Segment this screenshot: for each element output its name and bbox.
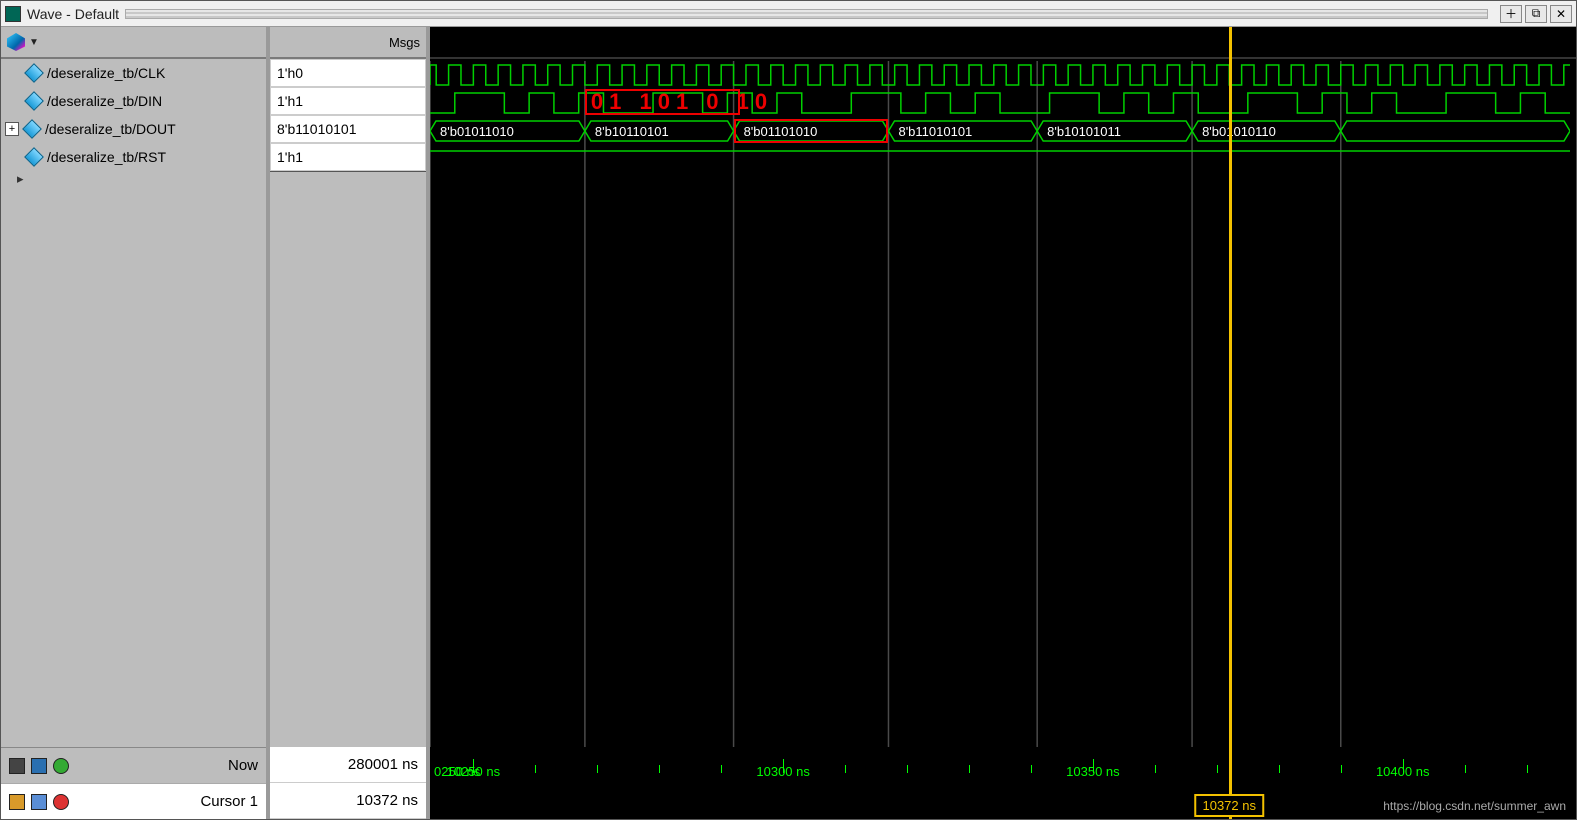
signal-row[interactable]: /deseralize_tb/DIN [1,87,266,115]
time-ruler[interactable]: 10250 ns10300 ns10350 ns10400 ns0250 ns [430,747,1576,779]
svg-text:8'b01010110: 8'b01010110 [1202,124,1276,139]
content: ▼ /deseralize_tb/CLK/deseralize_tb/DIN+/… [1,27,1576,819]
cursor-value: 10372 ns [270,783,426,819]
now-value: 280001 ns [270,747,426,783]
svg-text:8'b01101010: 8'b01101010 [744,124,818,139]
footer-names: Now Cursor 1 [1,747,270,819]
signal-name: /deseralize_tb/DIN [47,93,162,109]
signal-value: 1'h1 [270,87,426,115]
signal-row[interactable]: + /deseralize_tb/DOUT [1,115,266,143]
ruler-label: 10300 ns [756,764,810,779]
footer-values: 280001 ns 10372 ns [270,747,430,819]
ruler-label: 0250 ns [434,764,480,779]
footer: Now Cursor 1 280001 ns 10372 ns 10250 ns… [1,747,1576,819]
svg-text:8'b10110101: 8'b10110101 [595,124,669,139]
footer-wave: 10250 ns10300 ns10350 ns10400 ns0250 ns … [430,747,1576,819]
watermark: https://blog.csdn.net/summer_awn [1383,799,1566,813]
msgs-column: Msgs 1'h01'h18'b110101011'h1 [270,27,430,747]
wave-window: Wave - Default ＋ ⧉ ✕ ▼ /deseralize_tb/CL… [0,0,1577,820]
msgs-header: Msgs [270,27,426,59]
signal-name: /deseralize_tb/CLK [47,65,165,81]
signal-name-list: /deseralize_tb/CLK/deseralize_tb/DIN + /de… [1,59,266,747]
signal-value: 1'h0 [270,59,426,87]
cursor-flag: 10372 ns [1194,794,1264,817]
window-title: Wave - Default [27,6,119,22]
titlebar-groove [125,9,1488,19]
footer-now-row: Now [1,747,266,783]
cursor-line[interactable] [1229,27,1232,747]
signal-diamond-icon [24,147,44,167]
plus-icon[interactable] [53,758,69,774]
footer-cursor-row: Cursor 1 [1,783,266,819]
signal-diamond-icon [22,119,42,139]
collapse-arrow-icon[interactable]: ▸ [1,171,266,191]
now-label: Now [228,757,258,774]
add-button[interactable]: ＋ [1500,5,1522,23]
signal-row[interactable]: /deseralize_tb/RST [1,143,266,171]
names-header: ▼ [1,27,266,59]
svg-text:8'b10101011: 8'b10101011 [1047,124,1121,139]
objects-icon[interactable] [7,33,25,51]
signal-name: /deseralize_tb/DOUT [45,121,176,137]
cursor-name: Cursor 1 [200,793,258,810]
expand-icon[interactable]: + [5,122,19,136]
undock-button[interactable]: ⧉ [1525,5,1547,23]
svg-text:8'b11010101: 8'b11010101 [898,124,972,139]
computer-icon[interactable] [9,758,25,774]
waveform-svg: 8'b01011010 8'b10110101 8'b01101010 8'b1101… [430,27,1570,747]
minus-icon[interactable] [53,794,69,810]
signal-diamond-icon [24,63,44,83]
signal-value: 8'b11010101 [270,115,426,143]
ruler-label: 10350 ns [1066,764,1120,779]
ruler-label: 10400 ns [1376,764,1430,779]
signal-diamond-icon [24,91,44,111]
msgs-value-list: 1'h01'h18'b110101011'h1 [270,59,426,747]
close-button[interactable]: ✕ [1550,5,1572,23]
app-icon [5,6,21,22]
monitor-icon[interactable] [31,758,47,774]
signal-value: 1'h1 [270,143,426,171]
lock-icon[interactable] [9,794,25,810]
signal-row[interactable]: /deseralize_tb/CLK [1,59,266,87]
titlebar: Wave - Default ＋ ⧉ ✕ [1,1,1576,27]
titlebar-buttons: ＋ ⧉ ✕ [1500,5,1572,23]
signal-names-column: ▼ /deseralize_tb/CLK/deseralize_tb/DIN+/… [1,27,270,747]
wrench-icon[interactable] [31,794,47,810]
chevron-down-icon[interactable]: ▼ [29,37,39,48]
signal-name: /deseralize_tb/RST [47,149,166,165]
svg-text:8'b01011010: 8'b01011010 [440,124,514,139]
waveform-area[interactable]: 8'b01011010 8'b10110101 8'b01101010 8'b1101… [430,27,1576,747]
main-row: ▼ /deseralize_tb/CLK/deseralize_tb/DIN+/… [1,27,1576,747]
